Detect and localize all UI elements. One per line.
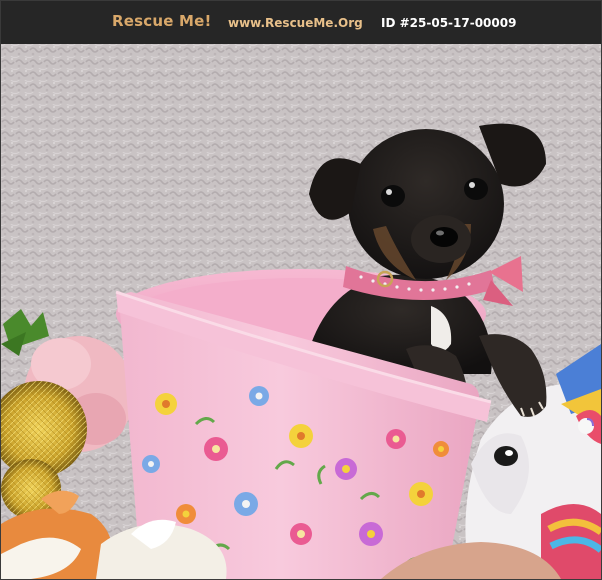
site-header: Rescue Me! www.RescueMe.Org ID #25-05-17… — [1, 1, 601, 44]
brand-logo-text[interactable]: Rescue Me! — [112, 12, 212, 30]
pet-photo — [1, 44, 601, 579]
site-url-link[interactable]: www.RescueMe.Org — [228, 16, 363, 30]
listing-frame: Rescue Me! www.RescueMe.Org ID #25-05-17… — [0, 0, 602, 580]
pet-id-label: ID #25-05-17-00009 — [381, 16, 517, 30]
pet-photo-illustration — [1, 44, 601, 579]
